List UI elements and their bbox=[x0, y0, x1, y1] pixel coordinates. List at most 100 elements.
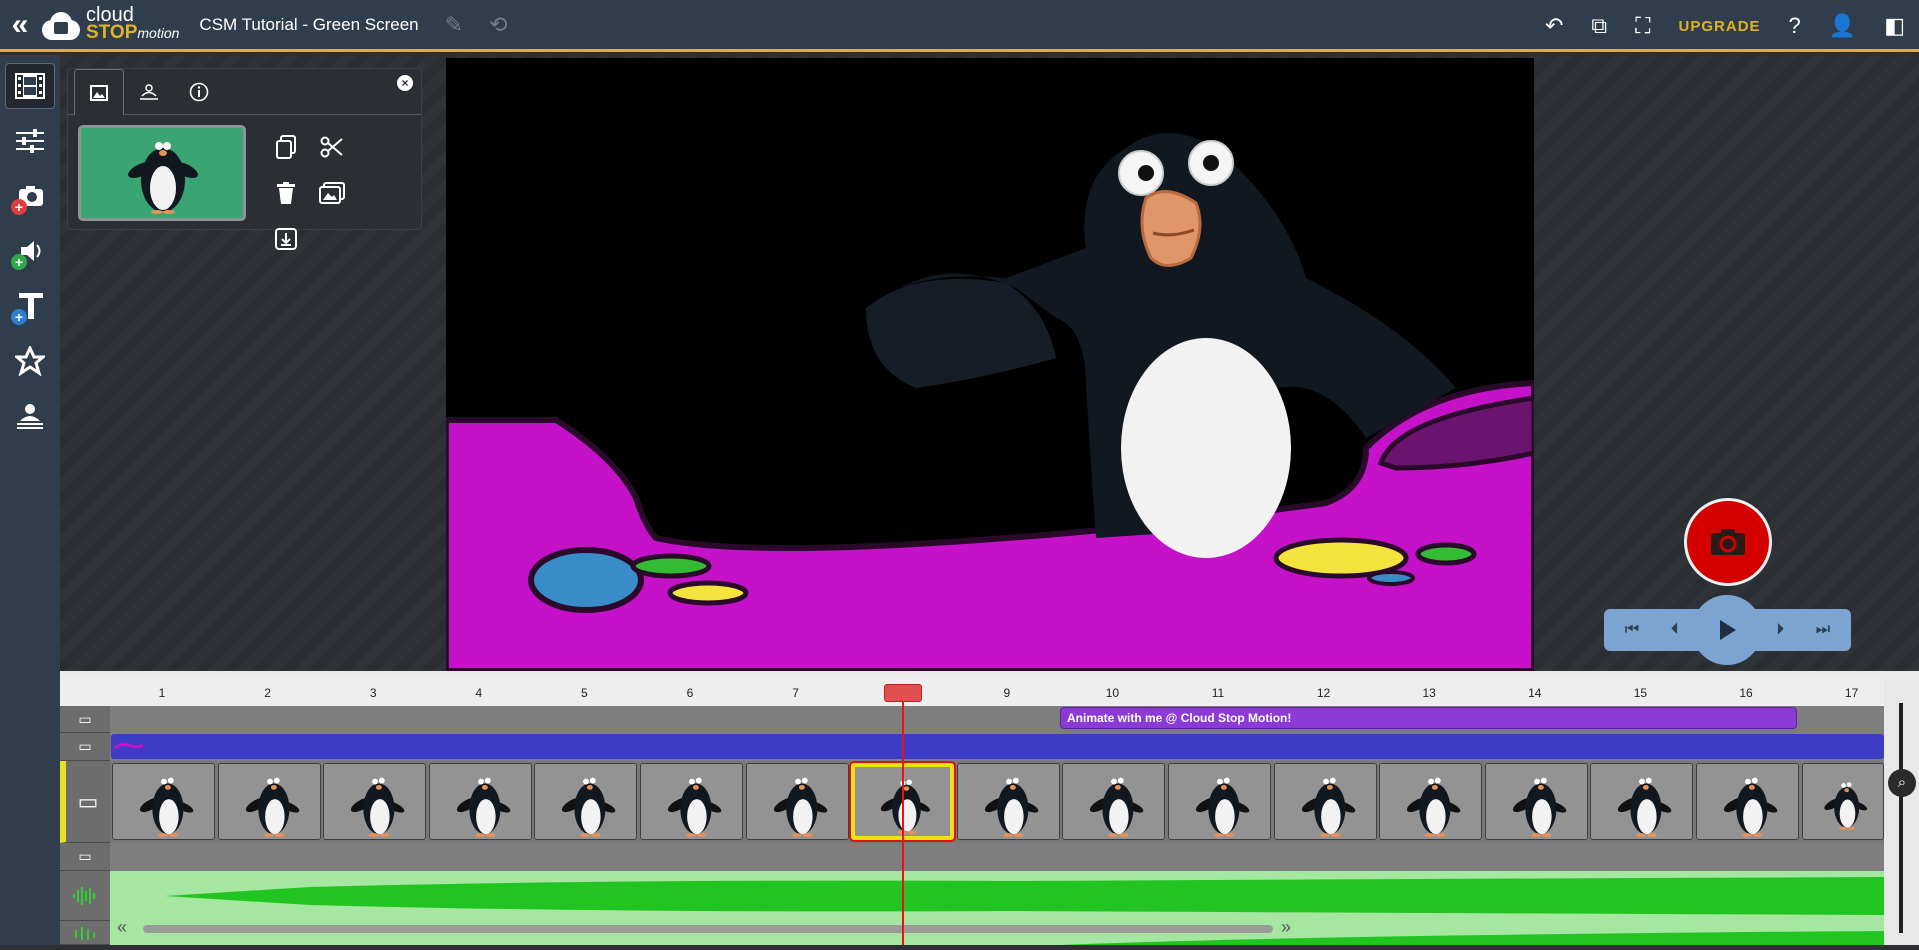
audio-waveform-icon bbox=[60, 921, 110, 945]
skip-to-start-icon[interactable]: ⏮ bbox=[1612, 621, 1652, 639]
sidebar-item-frames[interactable] bbox=[5, 63, 55, 109]
background-track-screen-icon: ▭ bbox=[60, 733, 110, 761]
tab-green-screen[interactable] bbox=[124, 69, 174, 115]
project-title: CSM Tutorial - Green Screen bbox=[199, 14, 419, 34]
tab-image[interactable] bbox=[74, 69, 124, 115]
frame-thumbnail[interactable] bbox=[1590, 763, 1694, 840]
collapse-panel-icon[interactable]: ◧ bbox=[1884, 13, 1905, 39]
account-icon[interactable]: 👤 bbox=[1829, 13, 1856, 39]
scrollbar-thumb[interactable] bbox=[143, 925, 1273, 933]
ruler-tick: 11 bbox=[1211, 686, 1225, 700]
frame-thumbnail[interactable] bbox=[534, 763, 638, 840]
help-icon[interactable]: ? bbox=[1789, 13, 1801, 39]
cloud-logo-icon bbox=[40, 10, 82, 40]
upgrade-button[interactable]: UPGRADE bbox=[1679, 18, 1761, 35]
frames-track-screen-icon: ▭ bbox=[60, 761, 110, 843]
sliders-icon bbox=[16, 129, 44, 153]
frame-thumbnail[interactable] bbox=[1484, 763, 1588, 840]
playhead-handle[interactable] bbox=[884, 684, 922, 702]
sidebar-item-effects[interactable] bbox=[5, 338, 55, 384]
top-bar: « cloud STOPmotion CSM Tutorial - Green … bbox=[0, 0, 1919, 52]
frame-thumbnail[interactable] bbox=[1379, 763, 1483, 840]
history-icon[interactable]: ⟲ bbox=[489, 12, 507, 38]
preview-canvas[interactable] bbox=[446, 58, 1534, 671]
frame-thumbnail[interactable] bbox=[640, 763, 743, 840]
frame-thumbnail[interactable] bbox=[1696, 763, 1799, 840]
logo-text-motion: motion bbox=[137, 25, 180, 41]
sidebar-item-add-audio[interactable]: + bbox=[5, 228, 55, 274]
ruler-tick: 15 bbox=[1633, 686, 1648, 700]
ruler-tick: 1 bbox=[158, 686, 166, 700]
plus-icon: + bbox=[11, 254, 27, 270]
ruler-tick: 5 bbox=[581, 686, 588, 700]
previous-frame-icon[interactable]: ⏴ bbox=[1655, 621, 1695, 639]
zoom-magnifier-icon[interactable]: ⌕ bbox=[1888, 769, 1916, 797]
back-chevron-icon[interactable]: « bbox=[0, 0, 40, 51]
ruler-tick: 14 bbox=[1528, 686, 1542, 700]
greenscreen-icon bbox=[17, 404, 43, 429]
images-icon bbox=[319, 182, 345, 204]
download-icon bbox=[275, 228, 297, 250]
copy-frame-button[interactable] bbox=[263, 124, 309, 170]
next-frame-icon[interactable]: ⏵ bbox=[1760, 621, 1800, 639]
download-frame-button[interactable] bbox=[263, 216, 309, 262]
text-clip[interactable]: Animate with me @ Cloud Stop Motion! bbox=[1060, 707, 1797, 729]
sidebar-item-adjustments[interactable] bbox=[5, 118, 55, 164]
play-icon bbox=[1720, 620, 1736, 640]
ruler-tick: 3 bbox=[369, 686, 377, 700]
sidebar-item-add-text[interactable]: + bbox=[5, 283, 55, 329]
logo-text-stop: STOP bbox=[86, 22, 138, 43]
edit-title-icon[interactable]: ✎ bbox=[445, 12, 463, 38]
frame-thumbnail[interactable] bbox=[956, 763, 1060, 840]
plus-icon: + bbox=[11, 199, 27, 215]
timeline-ruler[interactable] bbox=[60, 679, 1884, 706]
audio-track[interactable] bbox=[110, 871, 1884, 921]
frame-thumbnail[interactable] bbox=[428, 763, 532, 840]
frame-thumbnail[interactable] bbox=[112, 763, 215, 840]
tab-info[interactable] bbox=[174, 69, 224, 115]
image-icon bbox=[90, 84, 108, 101]
frame-preview-thumbnail[interactable] bbox=[78, 125, 246, 221]
images-frame-button[interactable] bbox=[309, 170, 355, 216]
frame-thumbnail[interactable] bbox=[1273, 763, 1377, 840]
ruler-tick: 13 bbox=[1422, 686, 1436, 700]
frame-thumbnail[interactable] bbox=[1062, 763, 1166, 840]
overlay-track-screen-icon: ▭ bbox=[60, 843, 110, 871]
copy-icon bbox=[276, 135, 296, 159]
timeline-resize-handle[interactable] bbox=[60, 671, 1919, 679]
frame-thumbnail[interactable] bbox=[1168, 763, 1271, 840]
fullscreen-icon[interactable]: ⛶ bbox=[1635, 13, 1650, 39]
capture-button[interactable] bbox=[1684, 498, 1772, 586]
skip-to-end-icon[interactable]: ⏭ bbox=[1803, 621, 1843, 639]
cast-icon[interactable]: ⧉ bbox=[1591, 13, 1607, 39]
zoom-slider-rail[interactable] bbox=[1899, 703, 1903, 933]
cut-frame-button[interactable] bbox=[309, 124, 355, 170]
overlay-track bbox=[110, 843, 1884, 871]
timeline-scrollbar[interactable]: « » bbox=[113, 917, 1293, 939]
text-track-screen-icon: ▭ bbox=[60, 706, 110, 733]
sidebar-item-green-screen[interactable] bbox=[5, 393, 55, 439]
plus-icon: + bbox=[11, 309, 27, 325]
scroll-left-icon[interactable]: « bbox=[117, 917, 127, 938]
play-button[interactable] bbox=[1692, 595, 1762, 665]
undo-icon[interactable]: ↶ bbox=[1545, 13, 1563, 39]
background-clip[interactable] bbox=[111, 734, 1884, 759]
greenscreen-icon bbox=[140, 84, 158, 100]
ruler-tick: 4 bbox=[475, 686, 483, 700]
app-logo[interactable]: cloud STOPmotion bbox=[40, 0, 179, 51]
frame-panel: × bbox=[67, 68, 422, 250]
sidebar-item-add-camera[interactable]: + bbox=[5, 173, 55, 219]
frame-thumbnail[interactable] bbox=[1801, 763, 1884, 840]
ruler-tick: 10 bbox=[1105, 686, 1120, 700]
ruler-tick: 12 bbox=[1316, 686, 1331, 700]
scroll-right-icon[interactable]: » bbox=[1281, 917, 1291, 938]
info-icon bbox=[189, 82, 209, 102]
frame-thumbnail[interactable] bbox=[323, 763, 427, 840]
playhead-line bbox=[902, 684, 904, 945]
star-icon bbox=[15, 346, 45, 376]
delete-frame-button[interactable] bbox=[263, 170, 309, 216]
frame-thumbnail[interactable] bbox=[217, 763, 321, 840]
close-panel-icon[interactable]: × bbox=[397, 75, 413, 91]
frame-thumbnail[interactable] bbox=[745, 763, 849, 840]
left-sidebar: + + + bbox=[0, 55, 60, 945]
